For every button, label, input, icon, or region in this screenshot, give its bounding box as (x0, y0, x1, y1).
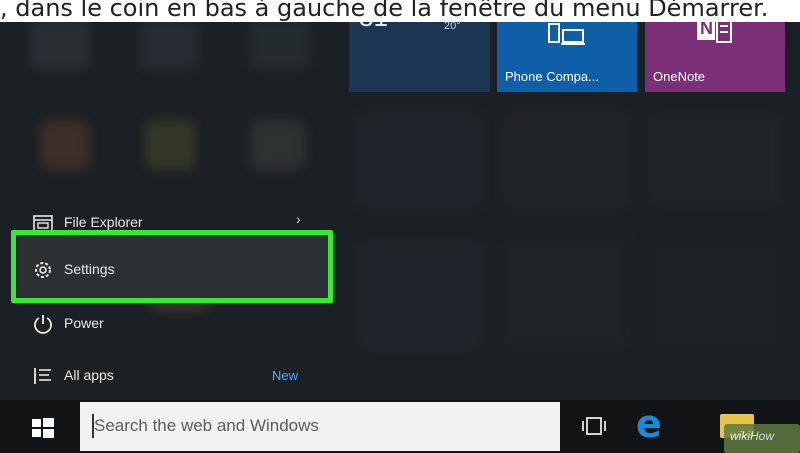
blurred-app-icon (140, 20, 200, 70)
new-badge: New (272, 368, 299, 383)
edge-icon[interactable]: e (636, 402, 662, 446)
onenote-label: OneNote (653, 69, 706, 84)
windows-logo-icon (32, 418, 54, 438)
blurred-tile (500, 110, 630, 210)
settings-highlight-box (11, 230, 333, 303)
blurred-tile (355, 240, 485, 350)
task-view-icon[interactable] (580, 414, 608, 438)
start-menu: 31° 20° Phone Compa... N OneNote File Ex… (0, 0, 800, 400)
blurred-app-icon (250, 120, 305, 170)
blurred-app-icon (30, 20, 90, 70)
power-icon (34, 315, 52, 334)
search-box[interactable]: Search the web and Windows (80, 402, 560, 451)
blurred-tile (355, 110, 485, 210)
phone-companion-label: Phone Compa... (505, 69, 599, 84)
menu-item-power[interactable]: Power (0, 304, 330, 344)
blurred-app-icon (145, 120, 195, 170)
blurred-tile (500, 240, 630, 350)
blurred-tile (645, 240, 785, 350)
search-placeholder: Search the web and Windows (94, 416, 319, 435)
blurred-app-icon (40, 120, 90, 170)
instruction-caption: , dans le coin en bas à gauche de la fen… (0, 0, 800, 22)
blurred-app-icon (250, 20, 310, 70)
chevron-right-icon[interactable]: › (296, 211, 301, 227)
blurred-tile (645, 110, 785, 210)
menu-item-label: All apps (64, 367, 114, 383)
caption-text: , dans le coin en bas à gauche de la fen… (0, 0, 769, 22)
taskbar: Search the web and Windows e (0, 400, 800, 453)
list-icon (34, 368, 51, 384)
start-button[interactable] (18, 408, 68, 448)
menu-item-label: File Explorer (64, 214, 143, 230)
phone-companion-icon (548, 23, 585, 45)
watermark-logo: wikiHow (724, 424, 800, 453)
menu-item-label: Power (64, 315, 104, 331)
